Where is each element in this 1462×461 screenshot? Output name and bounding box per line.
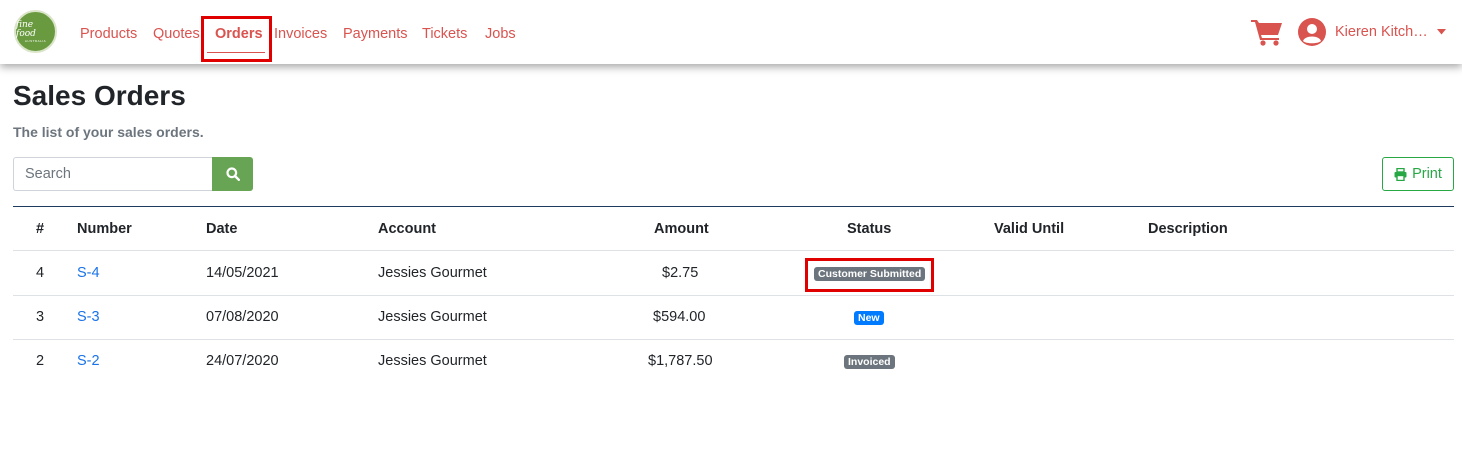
status-badge: Customer Submitted — [814, 267, 926, 281]
search-button[interactable] — [212, 157, 253, 191]
user-menu-name[interactable]: Kieren Kitche… — [1335, 24, 1431, 40]
order-amount: $594.00 — [653, 309, 706, 325]
logo-subtext: AUSTRALIA — [24, 38, 47, 43]
printer-icon — [1394, 167, 1407, 181]
chevron-down-icon[interactable] — [1437, 29, 1446, 35]
nav-jobs[interactable]: Jobs — [485, 25, 516, 43]
order-account: Jessies Gourmet — [378, 309, 487, 325]
nav-tickets[interactable]: Tickets — [422, 25, 467, 43]
col-header-index: # — [36, 221, 45, 237]
row-index: 4 — [36, 265, 45, 281]
logo-text: fine food — [16, 19, 36, 39]
col-header-amount: Amount — [654, 221, 709, 237]
active-nav-underline — [207, 52, 265, 53]
nav-payments[interactable]: Payments — [343, 25, 407, 43]
page-subtitle: The list of your sales orders. — [13, 124, 204, 140]
nav-orders[interactable]: Orders — [215, 25, 263, 43]
row-index: 3 — [36, 309, 45, 325]
order-date: 07/08/2020 — [206, 309, 279, 325]
order-account: Jessies Gourmet — [378, 353, 487, 369]
status-badge: Invoiced — [844, 355, 895, 369]
col-header-date: Date — [206, 221, 238, 237]
order-number-link[interactable]: S-4 — [77, 265, 100, 281]
col-header-number: Number — [77, 221, 132, 237]
col-header-description: Description — [1148, 221, 1228, 237]
order-amount: $2.75 — [662, 265, 699, 281]
row-divider — [13, 295, 1454, 296]
nav-products[interactable]: Products — [80, 25, 137, 43]
search-input[interactable] — [13, 157, 212, 191]
status-badge: New — [854, 311, 884, 325]
order-amount: $1,787.50 — [648, 353, 713, 369]
nav-quotes[interactable]: Quotes — [153, 25, 200, 43]
user-avatar-icon[interactable] — [1298, 18, 1326, 46]
order-account: Jessies Gourmet — [378, 265, 487, 281]
print-button[interactable]: Print — [1382, 157, 1454, 191]
col-header-status: Status — [847, 221, 892, 237]
order-number-link[interactable]: S-2 — [77, 353, 100, 369]
row-divider — [13, 339, 1454, 340]
order-date: 14/05/2021 — [206, 265, 279, 281]
top-navbar: fine food AUSTRALIA Products Quotes Orde… — [0, 0, 1462, 64]
nav-invoices[interactable]: Invoices — [274, 25, 327, 43]
row-index: 2 — [36, 353, 45, 369]
print-label: Print — [1412, 166, 1442, 182]
order-number-link[interactable]: S-3 — [77, 309, 100, 325]
fine-food-logo[interactable]: fine food AUSTRALIA — [14, 10, 57, 53]
col-header-account: Account — [378, 221, 436, 237]
table-top-border — [13, 206, 1454, 207]
search-icon — [225, 167, 240, 181]
col-header-valid-until: Valid Until — [994, 221, 1065, 237]
order-date: 24/07/2020 — [206, 353, 279, 369]
shopping-cart-icon[interactable] — [1251, 18, 1283, 46]
page-title: Sales Orders — [13, 80, 186, 111]
row-divider — [13, 250, 1454, 251]
